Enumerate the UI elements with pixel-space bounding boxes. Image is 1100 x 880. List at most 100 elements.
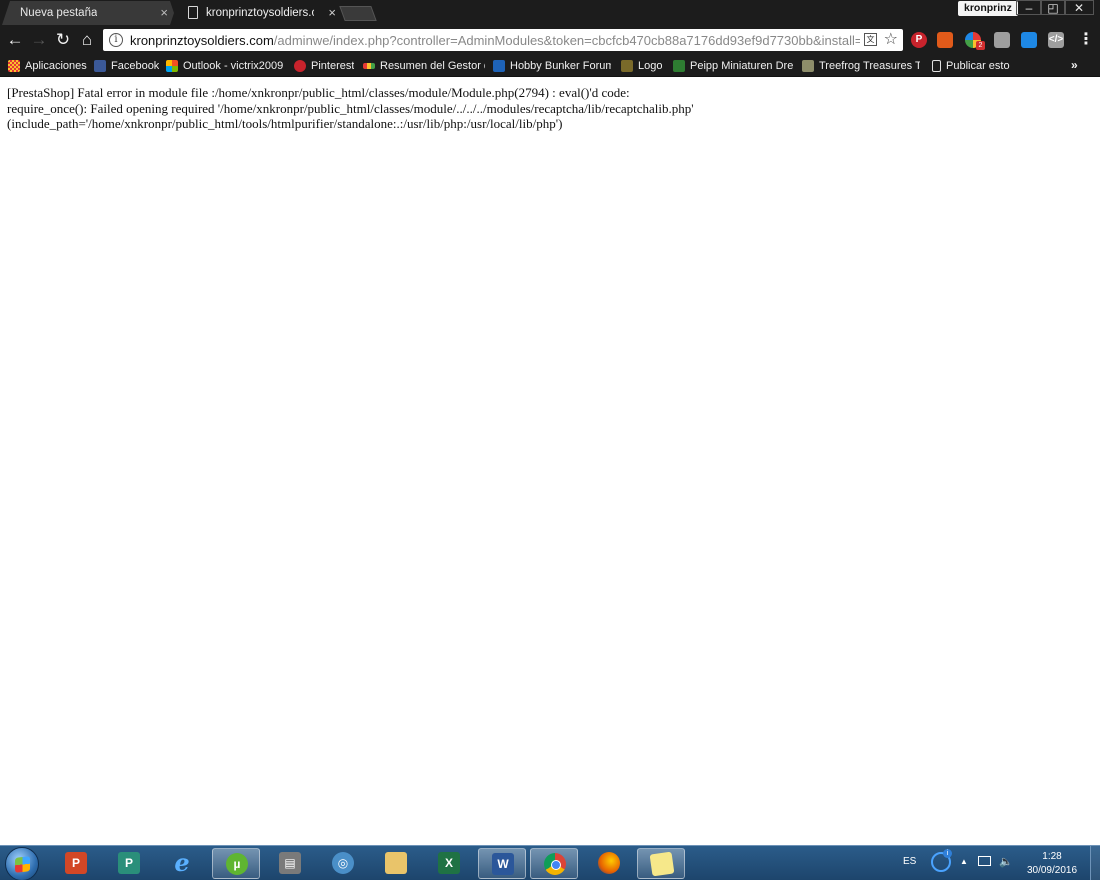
browser-menu-icon[interactable]: ⋮ xyxy=(1078,29,1094,51)
cast-extension-icon[interactable] xyxy=(1021,32,1037,48)
start-button[interactable] xyxy=(5,847,39,880)
close-window-button[interactable]: ✕ xyxy=(1064,0,1094,15)
powerpoint-icon: P xyxy=(65,852,87,874)
outlook-icon xyxy=(166,60,178,72)
taskbar-sticky-notes[interactable] xyxy=(637,848,685,879)
tab-title: kronprinztoysoldiers.com xyxy=(206,7,314,19)
translate-icon[interactable]: 文 xyxy=(864,33,877,46)
taskbar-publisher[interactable]: P xyxy=(105,848,153,879)
firefox-icon xyxy=(598,852,620,874)
code-extension-icon[interactable]: </> xyxy=(1048,32,1064,48)
bookmark-aplicaciones[interactable]: Aplicaciones xyxy=(8,57,87,75)
treefrog-icon xyxy=(802,60,814,72)
bookmark-label: Pinterest xyxy=(311,60,355,72)
reload-icon[interactable]: ↻ xyxy=(52,29,74,51)
forward-arrow-icon[interactable]: → xyxy=(28,29,50,51)
bookmark-star-icon[interactable]: ☆ xyxy=(884,30,898,50)
bookmark-label: Aplicaciones xyxy=(25,60,87,72)
tab-close-icon[interactable]: × xyxy=(328,5,336,21)
bookmark-hobby-bunker[interactable]: Hobby Bunker Forums xyxy=(493,57,611,75)
browser-toolbar: ← → ↻ ⌂ i kronprinztoysoldiers.com/admin… xyxy=(0,25,1100,55)
system-clock[interactable]: 1:28 30/09/2016 xyxy=(1018,850,1086,878)
page-content: [PrestaShop] Fatal error in module file … xyxy=(0,77,1100,845)
tab-kronprinztoysoldiers[interactable]: kronprinztoysoldiers.com × xyxy=(170,1,346,25)
new-tab-button[interactable] xyxy=(339,6,377,21)
excel-icon: X xyxy=(438,852,460,874)
bookmark-publicar-esto[interactable]: Publicar esto xyxy=(932,57,1010,75)
taskbar-powerpoint[interactable]: P xyxy=(52,848,100,879)
bookmark-label: Logo xyxy=(638,60,663,72)
language-indicator[interactable]: ES xyxy=(903,856,916,867)
windows-logo-icon xyxy=(15,856,30,873)
tab-close-icon[interactable]: × xyxy=(160,5,168,21)
taskbar-word[interactable]: W xyxy=(478,848,526,879)
extension-badge: 2 xyxy=(976,41,985,50)
taskbar-network[interactable]: ◎ xyxy=(319,848,367,879)
sticky-notes-icon xyxy=(649,851,675,877)
hobby-bunker-icon xyxy=(493,60,505,72)
bookmark-outlook[interactable]: Outlook - victrix2009 xyxy=(166,57,286,75)
utorrent-icon: µ xyxy=(226,853,248,875)
bookmark-facebook[interactable]: Facebook xyxy=(94,57,159,75)
show-desktop-button[interactable] xyxy=(1090,846,1100,880)
bookmark-logo[interactable]: Logo xyxy=(621,57,662,75)
bookmark-label: Facebook xyxy=(111,60,160,72)
folder-icon xyxy=(385,852,407,874)
error-line: (include_path='/home/xnkronpr/public_htm… xyxy=(7,116,563,131)
internet-explorer-icon: e xyxy=(174,848,190,877)
url-text[interactable]: kronprinztoysoldiers.com/adminwe/index.p… xyxy=(130,33,860,48)
profile-button[interactable]: kronprinz xyxy=(958,1,1018,16)
apps-grid-icon xyxy=(8,60,20,72)
home-icon[interactable]: ⌂ xyxy=(76,29,98,51)
logo-icon xyxy=(621,60,633,72)
clock-time: 1:28 xyxy=(1042,851,1062,862)
show-hidden-icons-icon[interactable]: ▲ xyxy=(960,857,968,866)
bookmark-treefrog[interactable]: Treefrog Treasures To xyxy=(802,57,920,75)
taskbar-utorrent[interactable]: µ xyxy=(212,848,260,879)
network-status-icon[interactable] xyxy=(978,856,991,866)
error-line: [PrestaShop] Fatal error in module file … xyxy=(7,85,630,100)
error-message: [PrestaShop] Fatal error in module file … xyxy=(7,85,1087,132)
chrome-icon xyxy=(544,853,566,875)
url-host: kronprinztoysoldiers.com xyxy=(130,32,274,48)
address-bar[interactable]: i kronprinztoysoldiers.com/adminwe/index… xyxy=(103,29,903,51)
site-info-icon[interactable]: i xyxy=(109,33,123,47)
taskbar-print[interactable]: ▤ xyxy=(266,848,314,879)
puzzle-extension-icon[interactable] xyxy=(994,32,1010,48)
pinterest-extension-icon[interactable]: P xyxy=(911,32,927,48)
publisher-icon: P xyxy=(118,852,140,874)
maximize-button[interactable]: ◰ xyxy=(1040,0,1066,15)
bookmark-label: Treefrog Treasures To xyxy=(819,60,920,72)
bookmark-label: Hobby Bunker Forums xyxy=(510,60,611,72)
tab-nueva-pestana[interactable]: Nueva pestaña × xyxy=(2,1,178,25)
more-bookmarks-icon[interactable]: » xyxy=(1071,58,1078,72)
error-line: require_once(): Failed opening required … xyxy=(7,100,694,116)
page-document-icon xyxy=(932,60,941,72)
peipp-icon xyxy=(673,60,685,72)
taskbar-file-explorer[interactable] xyxy=(372,848,420,879)
word-icon: W xyxy=(492,853,514,875)
bookmark-label: Publicar esto xyxy=(946,60,1010,72)
pinterest-icon xyxy=(294,60,306,72)
taskbar-chrome[interactable] xyxy=(530,848,578,879)
taskbar-firefox[interactable] xyxy=(585,848,633,879)
taskbar-excel[interactable]: X xyxy=(425,848,473,879)
windows-taskbar: P P e µ ▤ ◎ X W ES i ▲ 🔈 1:28 30/09/2016 xyxy=(0,845,1100,880)
gestor-icon xyxy=(363,63,375,69)
bookmark-resumen-gestor[interactable]: Resumen del Gestor de xyxy=(363,57,485,75)
printer-icon: ▤ xyxy=(279,852,301,874)
bookmark-pinterest[interactable]: Pinterest xyxy=(294,57,354,75)
network-icon: ◎ xyxy=(332,852,354,874)
bookmark-label: Outlook - victrix2009 xyxy=(183,60,284,72)
minimize-button[interactable]: – xyxy=(1016,0,1042,15)
page-document-icon xyxy=(188,6,198,19)
taskbar-internet-explorer[interactable]: e xyxy=(158,848,206,879)
back-arrow-icon[interactable]: ← xyxy=(4,29,26,51)
bookmark-peipp-miniaturen[interactable]: Peipp Miniaturen Dres xyxy=(673,57,793,75)
clock-date: 30/09/2016 xyxy=(1026,865,1078,876)
chart-extension-icon[interactable] xyxy=(937,32,953,48)
tray-info-badge: i xyxy=(943,849,952,858)
volume-icon[interactable]: 🔈 xyxy=(999,855,1013,868)
url-path: /adminwe/index.php?controller=AdminModul… xyxy=(273,32,860,48)
bookmark-label: Resumen del Gestor de xyxy=(380,60,485,72)
